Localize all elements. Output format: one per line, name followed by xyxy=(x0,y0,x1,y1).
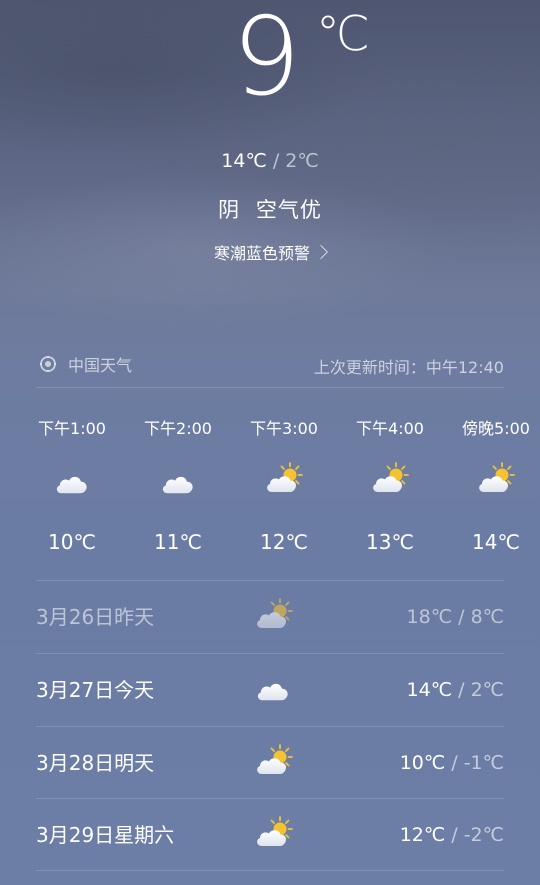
data-source[interactable]: 中国天气 xyxy=(38,352,132,376)
weather-alert-link[interactable]: 寒潮蓝色预警 xyxy=(0,240,540,264)
day-low: 8℃ xyxy=(470,606,504,628)
range-separator: / xyxy=(458,606,465,628)
daily-row[interactable]: 3月28日明天 10℃ / -1℃ xyxy=(36,727,504,799)
day-low: -1℃ xyxy=(463,752,504,774)
today-high: 14℃ xyxy=(221,150,267,172)
hour-time: 下午4:00 xyxy=(356,419,424,438)
day-temp-range: 10℃ / -1℃ xyxy=(400,727,504,799)
day-low: 2℃ xyxy=(470,679,504,701)
range-separator: / xyxy=(451,752,458,774)
day-date: 3月29日星期六 xyxy=(36,823,175,847)
weather-alert-text: 寒潮蓝色预警 xyxy=(213,244,310,263)
day-date: 3月28日明天 xyxy=(36,751,155,775)
hour-temp: 10℃ xyxy=(48,530,96,554)
day-low: -2℃ xyxy=(463,824,504,846)
partly-sunny-icon xyxy=(254,597,294,631)
hour-temp: 12℃ xyxy=(260,530,308,554)
weather-condition: 阴 xyxy=(218,198,241,222)
today-temp-range: 14℃ / 2℃ xyxy=(0,150,540,172)
hour-temp: 13℃ xyxy=(366,530,414,554)
partly-sunny-icon xyxy=(264,461,304,495)
cloud-icon xyxy=(159,469,197,497)
day-date: 3月26日昨天 xyxy=(36,605,155,629)
cloud-icon xyxy=(53,469,91,497)
air-quality-link[interactable]: 空气优 xyxy=(256,198,322,222)
day-date: 3月27日今天 xyxy=(36,678,155,702)
hour-time: 下午1:00 xyxy=(38,419,106,438)
day-temp-range: 14℃ / 2℃ xyxy=(407,654,504,726)
hour-time: 下午2:00 xyxy=(144,419,212,438)
partly-sunny-icon xyxy=(476,461,516,495)
range-separator: / xyxy=(451,824,458,846)
range-separator: / xyxy=(458,679,465,701)
today-low: 2℃ xyxy=(285,150,319,172)
range-separator: / xyxy=(272,150,280,172)
day-high: 14℃ xyxy=(406,679,453,701)
condition-line: 阴 空气优 xyxy=(0,194,540,224)
last-updated: 上次更新时间：中午12:40 xyxy=(313,358,504,377)
partly-sunny-icon xyxy=(370,461,410,495)
day-high: 12℃ xyxy=(399,824,446,846)
chevron-right-icon xyxy=(313,244,329,260)
current-temperature: 9 xyxy=(232,0,301,120)
day-high: 10℃ xyxy=(399,752,446,774)
china-weather-logo-icon xyxy=(40,356,56,372)
daily-row[interactable]: 3月27日今天 14℃ / 2℃ xyxy=(36,654,504,726)
daily-row[interactable]: 3月26日昨天 18℃ / 8℃ xyxy=(36,581,504,653)
data-source-name: 中国天气 xyxy=(68,356,133,375)
cloud-icon xyxy=(254,676,292,704)
partly-sunny-icon xyxy=(254,743,294,777)
partly-sunny-icon xyxy=(254,815,294,849)
temperature-unit: ℃ xyxy=(316,6,370,62)
hour-temp: 14℃ xyxy=(472,530,520,554)
day-temp-range: 12℃ / -2℃ xyxy=(400,799,504,871)
hour-time: 傍晚5:00 xyxy=(462,419,530,438)
hour-temp: 11℃ xyxy=(154,530,202,554)
hour-time: 下午3:00 xyxy=(250,419,318,438)
day-high: 18℃ xyxy=(406,606,453,628)
daily-row[interactable]: 3月29日星期六 12℃ / -2℃ xyxy=(36,799,504,871)
divider xyxy=(36,387,504,388)
divider xyxy=(36,870,504,871)
day-temp-range: 18℃ / 8℃ xyxy=(407,581,504,653)
